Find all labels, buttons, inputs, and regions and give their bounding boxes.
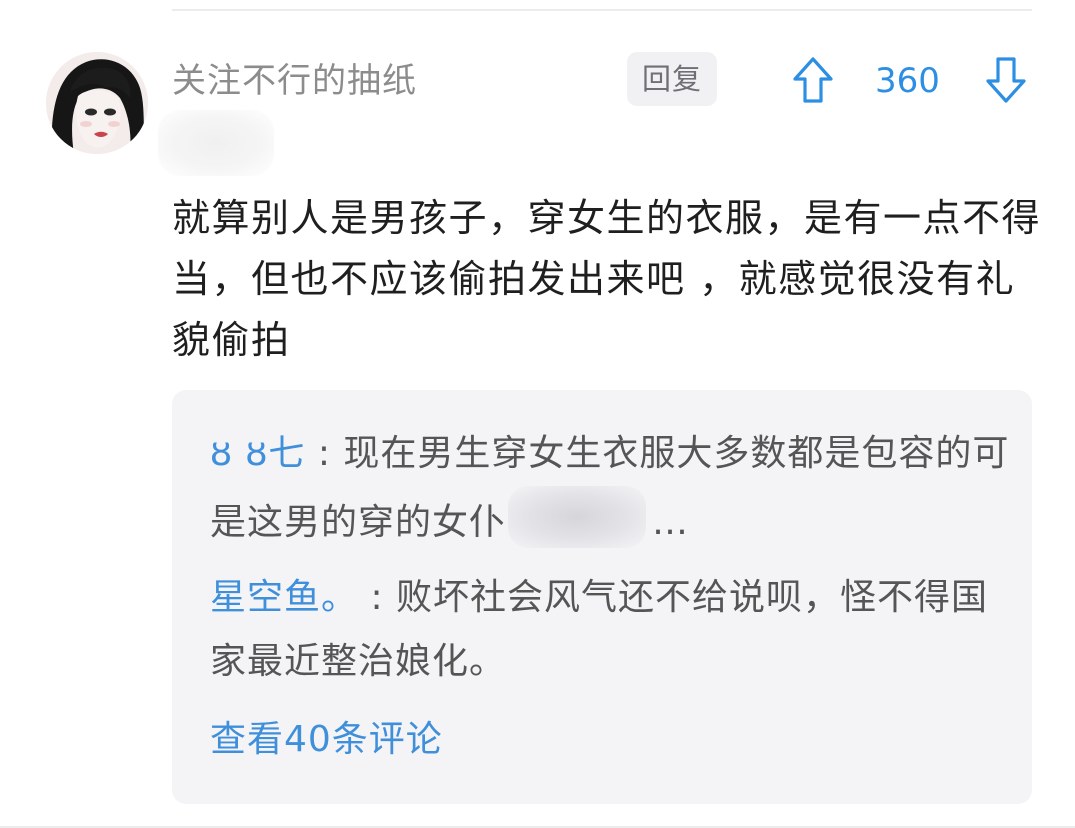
replies-preview[interactable]: ȣ ȣ七 : 现在男生穿女生衣服大多数都是包容的可是这男的穿的女仆… 星空鱼。 … (172, 390, 1032, 804)
arrow-up-icon[interactable] (791, 55, 835, 105)
view-all-comments-link[interactable]: 查看40条评论 (210, 708, 443, 772)
avatar[interactable] (46, 52, 148, 154)
reply-item[interactable]: 星空鱼。 : 败坏社会风气还不给说呗，怪不得国家最近整治娘化。 (210, 566, 1010, 694)
vote-count: 360 (875, 61, 940, 101)
top-divider (172, 9, 1032, 11)
comment-page: 关注不行的抽纸 回复 360 就算别人是男孩子，穿女生的衣服，是有一点不得当，但… (0, 0, 1075, 828)
reply-author[interactable]: 星空鱼。 (210, 577, 358, 618)
reply-button[interactable]: 回复 (627, 52, 717, 106)
reply-item[interactable]: ȣ ȣ七 : 现在男生穿女生衣服大多数都是包容的可是这男的穿的女仆… (210, 422, 1010, 555)
comment-text: 就算别人是男孩子，穿女生的衣服，是有一点不得当，但也不应该偷拍发出来吧 ，就感觉… (172, 196, 1042, 362)
redacted-meta-info (158, 110, 274, 176)
reply-ellipsis: … (652, 502, 690, 543)
arrow-down-icon[interactable] (984, 55, 1028, 105)
redacted-text (508, 486, 647, 548)
reply-separator: : (358, 577, 397, 618)
username[interactable]: 关注不行的抽纸 (172, 58, 417, 104)
reply-author[interactable]: ȣ ȣ七 (210, 433, 305, 474)
reply-separator: : (305, 433, 344, 474)
avatar-illustration (46, 52, 148, 154)
